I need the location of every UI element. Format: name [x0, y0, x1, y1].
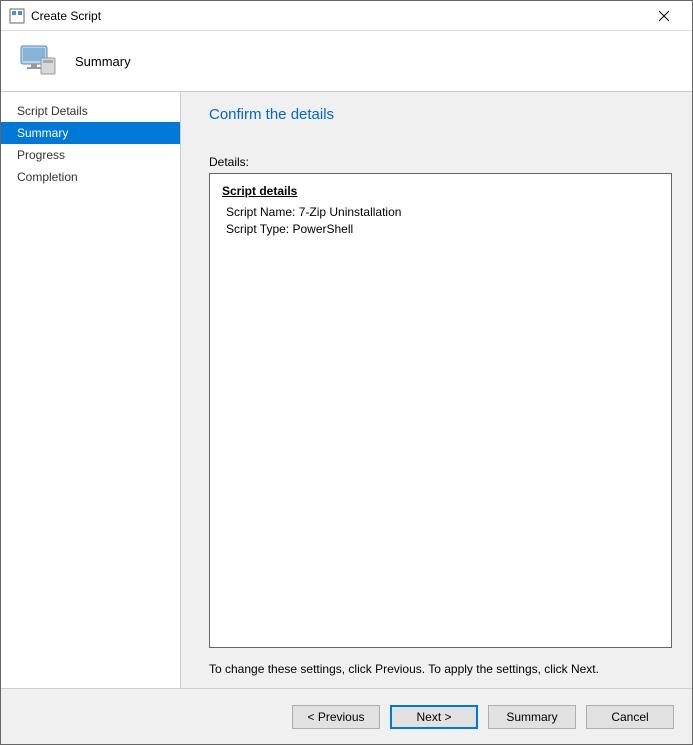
hint-text: To change these settings, click Previous… — [209, 662, 672, 676]
sidebar-item-script-details[interactable]: Script Details — [1, 100, 180, 122]
sidebar-item-progress[interactable]: Progress — [1, 144, 180, 166]
script-type-row: Script Type: PowerShell — [226, 221, 659, 238]
footer: < Previous Next > Summary Cancel — [1, 688, 692, 744]
script-type-value: PowerShell — [292, 222, 353, 236]
content: Script Details Summary Progress Completi… — [1, 91, 692, 688]
script-name-label: Script Name: — [226, 205, 295, 219]
previous-button[interactable]: < Previous — [292, 705, 380, 729]
sidebar-item-completion[interactable]: Completion — [1, 166, 180, 188]
titlebar: Create Script — [1, 1, 692, 31]
details-section-title: Script details — [222, 184, 659, 198]
details-label: Details: — [209, 155, 672, 169]
close-button[interactable] — [644, 2, 684, 30]
app-icon — [9, 8, 25, 24]
script-name-value: 7-Zip Uninstallation — [299, 205, 402, 219]
window-title: Create Script — [31, 9, 644, 23]
summary-button[interactable]: Summary — [488, 705, 576, 729]
main-panel: Confirm the details Details: Script deta… — [181, 92, 692, 688]
next-button[interactable]: Next > — [390, 705, 478, 729]
script-name-row: Script Name: 7-Zip Uninstallation — [226, 204, 659, 221]
sidebar: Script Details Summary Progress Completi… — [1, 92, 181, 688]
header: Summary — [1, 31, 692, 91]
script-type-label: Script Type: — [226, 222, 289, 236]
page-title: Summary — [75, 54, 131, 69]
cancel-button[interactable]: Cancel — [586, 705, 674, 729]
sidebar-item-summary[interactable]: Summary — [1, 122, 180, 144]
details-box: Script details Script Name: 7-Zip Uninst… — [209, 173, 672, 648]
main-heading: Confirm the details — [209, 106, 672, 123]
monitor-icon — [17, 40, 59, 82]
